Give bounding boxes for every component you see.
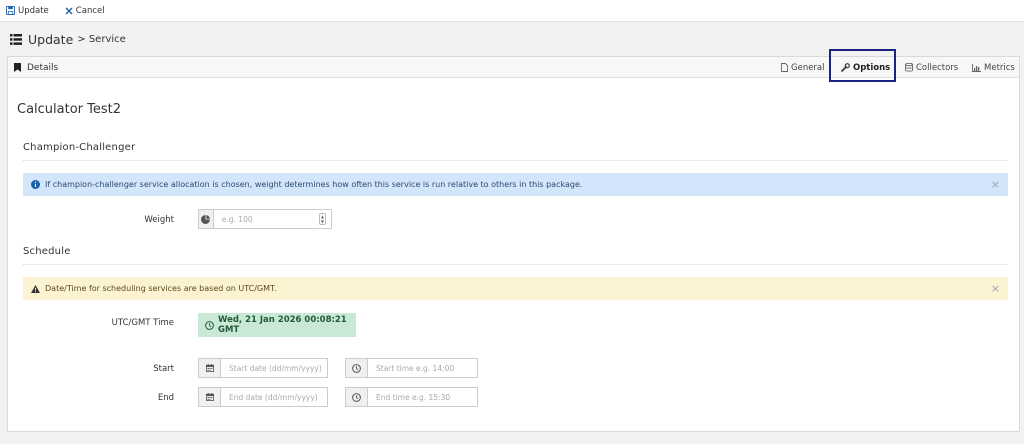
weight-label: Weight xyxy=(144,215,174,225)
tab-general-label: General xyxy=(791,62,825,73)
toolbar: Update Cancel xyxy=(0,0,1024,22)
file-icon xyxy=(781,63,788,72)
champion-info-text: If champion-challenger service allocatio… xyxy=(45,180,583,189)
start-label: Start xyxy=(153,364,174,374)
weight-input[interactable] xyxy=(213,210,319,228)
save-icon xyxy=(6,6,15,15)
tab-options-label: Options xyxy=(853,62,891,73)
utc-time-badge: Wed, 21 Jan 2026 00:08:21 GMT xyxy=(198,313,356,337)
chart-icon xyxy=(972,63,981,72)
page-title: Update xyxy=(28,31,74,47)
champion-divider xyxy=(23,160,1008,161)
close-icon[interactable]: × xyxy=(991,178,1000,191)
warning-icon xyxy=(31,284,40,293)
tab-collectors-label: Collectors xyxy=(916,62,959,73)
database-icon xyxy=(905,63,913,72)
schedule-divider xyxy=(23,264,1008,265)
cancel-button[interactable]: Cancel xyxy=(65,6,105,16)
start-date-group xyxy=(198,358,328,378)
panel-heading: Details xyxy=(14,57,58,78)
service-name: Calculator Test2 xyxy=(17,102,122,117)
schedule-warning-alert: Date/Time for scheduling services are ba… xyxy=(23,277,1008,300)
champion-section-title: Champion-Challenger xyxy=(23,142,136,153)
tab-options[interactable]: Options xyxy=(841,57,890,78)
calendar-icon xyxy=(199,388,221,406)
pie-chart-icon xyxy=(199,210,214,228)
tab-metrics-label: Metrics xyxy=(984,62,1015,73)
end-time-input[interactable] xyxy=(368,388,477,406)
tab-metrics[interactable]: Metrics xyxy=(972,57,1015,78)
champion-info-alert: If champion-challenger service allocatio… xyxy=(23,173,1008,196)
panel-header: Details General Options Collectors Metri… xyxy=(8,49,1019,82)
start-time-group xyxy=(345,358,478,378)
close-icon xyxy=(65,7,73,15)
clock-icon xyxy=(205,320,214,330)
clock-icon xyxy=(346,359,368,377)
bookmark-icon xyxy=(14,63,21,72)
page-breadcrumb: > Service xyxy=(77,33,126,45)
update-label: Update xyxy=(18,5,49,16)
tab-collectors[interactable]: Collectors xyxy=(905,57,958,78)
clock-icon xyxy=(346,388,368,406)
info-icon xyxy=(31,180,40,189)
end-label: End xyxy=(157,393,174,403)
schedule-section-title: Schedule xyxy=(23,246,71,257)
cancel-label: Cancel xyxy=(75,5,105,16)
close-icon[interactable]: × xyxy=(991,282,1000,295)
list-icon xyxy=(10,33,22,45)
tab-general[interactable]: General xyxy=(781,57,825,78)
utc-time-value: Wed, 21 Jan 2026 00:08:21 GMT xyxy=(218,315,347,335)
wrench-icon xyxy=(841,63,850,72)
weight-input-group: ▲▼ xyxy=(198,209,332,229)
details-panel: Details General Options Collectors Metri… xyxy=(7,49,1020,432)
end-date-group xyxy=(198,387,328,407)
end-time-group xyxy=(345,387,478,407)
utc-time-label: UTC/GMT Time xyxy=(111,318,174,328)
end-date-input[interactable] xyxy=(221,388,327,406)
weight-stepper[interactable]: ▲ ▼ xyxy=(318,213,326,225)
schedule-warning-text: Date/Time for scheduling services are ba… xyxy=(45,284,277,293)
start-date-input[interactable] xyxy=(221,359,327,377)
panel-heading-label: Details xyxy=(27,62,59,73)
start-time-input[interactable] xyxy=(368,359,477,377)
calendar-icon xyxy=(199,359,221,377)
update-button[interactable]: Update xyxy=(6,6,49,16)
